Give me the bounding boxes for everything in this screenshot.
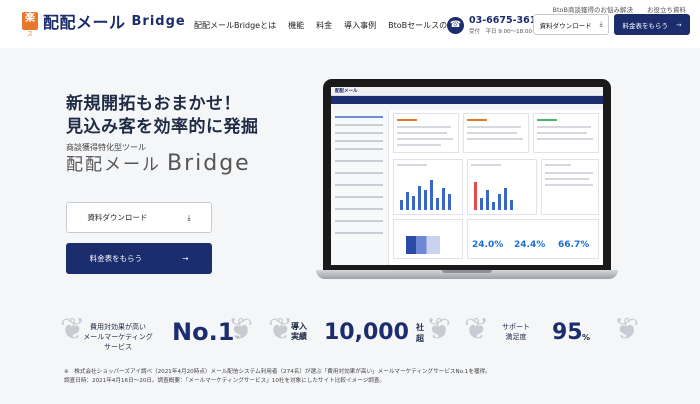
site-header: 楽 ラクス 配配メール Bridge BtoB商談獲得のお悩み解決 お役立ち資料…: [0, 0, 700, 48]
top-links: BtoB商談獲得のお悩み解決 お役立ち資料: [553, 4, 686, 14]
link-useful-materials[interactable]: お役立ち資料: [647, 4, 686, 14]
phone-contact[interactable]: ☎ 03-6675-3612 受付 平日 9:00〜18:00: [447, 15, 543, 35]
header-download-button[interactable]: 資料ダウンロード ⤓: [533, 14, 609, 35]
screen-pct-1: 24.0%: [472, 240, 504, 250]
screen-pct-2: 24.4%: [514, 240, 546, 250]
hero-download-label: 資料ダウンロード: [87, 213, 148, 222]
download-icon: ⤓: [187, 212, 191, 222]
hero-product-name: 配配メール Bridge: [66, 151, 251, 176]
site-logo[interactable]: 楽 ラクス 配配メール Bridge: [22, 9, 186, 38]
phone-hours: 受付 平日 9:00〜18:00: [469, 29, 532, 35]
app-screenshot: 配配メール 24.0% 24.4% 66.7%: [331, 87, 603, 265]
logo-text: 配配メール: [43, 13, 126, 32]
rakus-logo-icon: 楽 ラクス: [22, 12, 38, 38]
phone-icon: ☎: [447, 16, 464, 34]
arrow-right-icon: →: [182, 254, 189, 263]
hero-price-button[interactable]: 料金表をもらう →: [66, 243, 212, 274]
main-nav: 配配メールBridgeとは 機能 料金 導入事例 BtoBセールスの実態: [194, 20, 463, 31]
nav-pricing[interactable]: 料金: [316, 20, 332, 31]
logo-bridge-text: Bridge: [131, 13, 186, 29]
nav-features[interactable]: 機能: [288, 20, 304, 31]
link-btob-solutions[interactable]: BtoB商談獲得のお悩み解決: [553, 4, 633, 14]
download-icon: ⤓: [599, 20, 603, 28]
stat-cost-effective: ❦ 費用対効果が高い メールマーケティングサービス No.1 ※ ❦: [60, 308, 254, 358]
stat-support: ❦ サポート 満足度 95 % ❦: [464, 308, 640, 358]
nav-about[interactable]: 配配メールBridgeとは: [194, 20, 276, 31]
nav-cases[interactable]: 導入事例: [344, 20, 376, 31]
header-download-label: 資料ダウンロード: [539, 21, 592, 30]
survey-footnote: ※ 株式会社ショッパーズアイ調べ（2021年4月20時点）メール配信システム利用…: [64, 369, 491, 384]
laurel-icon: ❦: [228, 312, 254, 347]
stat-installations: ❦ 導入 実績 10,000 社 超 ❦: [268, 308, 452, 358]
arrow-right-icon: →: [676, 20, 682, 29]
laurel-icon: ❦: [426, 312, 452, 347]
laptop-lid: 配配メール 24.0% 24.4% 66.7%: [323, 79, 611, 270]
hero-price-label: 料金表をもらう: [89, 254, 143, 263]
phone-number: 03-6675-3612: [469, 15, 543, 26]
stat-installations-value: 10,000: [324, 320, 409, 345]
hero-download-button[interactable]: 資料ダウンロード ⤓: [66, 202, 212, 233]
stat-support-value: 95: [552, 320, 583, 345]
header-price-button[interactable]: 料金表をもらう →: [614, 14, 690, 35]
laurel-icon: ❦: [464, 312, 490, 347]
laptop-mockup: 配配メール 24.0% 24.4% 66.7%: [316, 79, 618, 282]
screen-pct-3: 66.7%: [558, 240, 590, 250]
stat-no1-value: No.1: [172, 318, 235, 346]
header-price-label: 料金表をもらう: [622, 21, 669, 30]
laurel-icon: ❦: [614, 312, 640, 347]
hero-headline: 新規開拓もおまかせ！ 見込み客を効率的に発掘: [66, 94, 259, 137]
